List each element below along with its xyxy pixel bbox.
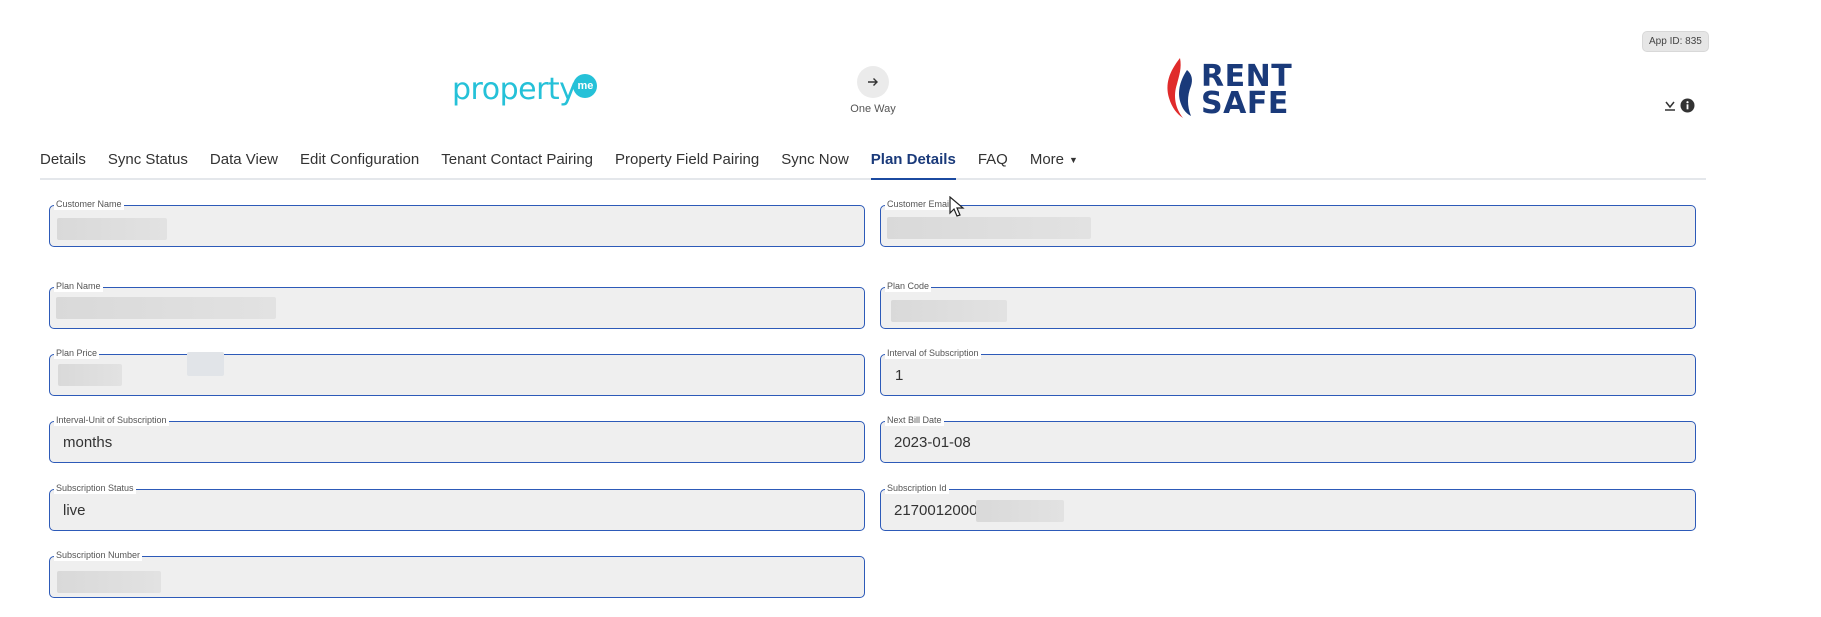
subscription-id-label: Subscription Id	[885, 482, 949, 494]
rentsafe-logo-line2: SAFE	[1201, 86, 1289, 121]
tab-faq[interactable]: FAQ	[967, 150, 1019, 178]
header-actions	[1663, 98, 1695, 118]
interval-field[interactable]: Interval of Subscription 1	[880, 347, 1696, 396]
plan-price-field[interactable]: Plan Price	[49, 347, 865, 396]
tab-details[interactable]: Details	[40, 150, 97, 178]
customer-name-label: Customer Name	[54, 198, 124, 210]
arrow-right-icon[interactable]	[857, 66, 889, 98]
plan-name-label: Plan Name	[54, 280, 103, 292]
redacted-value	[57, 571, 161, 593]
next-bill-date-label: Next Bill Date	[885, 414, 944, 426]
mouse-pointer-icon	[949, 195, 965, 223]
interval-unit-label: Interval-Unit of Subscription	[54, 414, 169, 426]
tab-plan-details[interactable]: Plan Details	[860, 150, 967, 180]
rentsafe-logo: RENT SAFE	[1163, 56, 1292, 125]
subscription-number-field[interactable]: Subscription Number	[49, 549, 865, 598]
flame-icon	[1163, 56, 1197, 125]
propertyme-logo: property me	[452, 72, 598, 112]
tab-edit-configuration[interactable]: Edit Configuration	[289, 150, 430, 178]
customer-email-field[interactable]: Customer Email	[880, 198, 1696, 247]
next-bill-date-value: 2023-01-08	[894, 434, 971, 451]
plan-code-field[interactable]: Plan Code	[880, 280, 1696, 329]
redacted-value	[887, 217, 1091, 239]
subscription-status-value: live	[63, 502, 86, 519]
app-id-badge: App ID: 835	[1642, 31, 1709, 52]
tab-more[interactable]: More ▼	[1019, 150, 1089, 178]
redacted-value	[57, 218, 167, 240]
subscription-number-label: Subscription Number	[54, 549, 143, 561]
subscription-status-field[interactable]: Subscription Status live	[49, 482, 865, 531]
interval-unit-field[interactable]: Interval-Unit of Subscription months	[49, 414, 865, 463]
customer-name-field[interactable]: Customer Name	[49, 198, 865, 247]
tab-sync-now[interactable]: Sync Now	[770, 150, 860, 178]
interval-unit-value: months	[63, 434, 113, 451]
interval-value: 1	[895, 367, 904, 384]
subscription-status-label: Subscription Status	[54, 482, 136, 494]
tab-bar: Details Sync Status Data View Edit Confi…	[40, 150, 1706, 180]
tab-tenant-contact-pairing[interactable]: Tenant Contact Pairing	[430, 150, 604, 178]
tab-sync-status[interactable]: Sync Status	[97, 150, 199, 178]
tab-property-field-pairing[interactable]: Property Field Pairing	[604, 150, 770, 178]
redacted-value	[891, 300, 1007, 322]
redacted-value	[56, 297, 276, 319]
plan-price-label: Plan Price	[54, 347, 100, 359]
plan-code-label: Plan Code	[885, 280, 932, 292]
interval-label: Interval of Subscription	[885, 347, 981, 359]
info-icon[interactable]	[1680, 98, 1695, 118]
sync-direction-label: One Way	[850, 103, 896, 115]
customer-email-label: Customer Email	[885, 198, 954, 210]
redacted-value	[187, 352, 224, 376]
next-bill-date-field[interactable]: Next Bill Date 2023-01-08	[880, 414, 1696, 463]
redacted-value	[976, 500, 1064, 522]
sync-direction[interactable]: One Way	[840, 66, 906, 115]
tab-data-view[interactable]: Data View	[199, 150, 289, 178]
subscription-id-field[interactable]: Subscription Id 21700120000	[880, 482, 1696, 531]
caret-down-icon: ▼	[1069, 155, 1078, 165]
redacted-value	[58, 364, 122, 386]
download-icon[interactable]	[1663, 99, 1677, 118]
propertyme-logo-badge: me	[573, 74, 598, 98]
subscription-id-value: 21700120000	[894, 502, 986, 519]
propertyme-logo-text: property	[452, 72, 577, 107]
plan-name-field[interactable]: Plan Name	[49, 280, 865, 329]
